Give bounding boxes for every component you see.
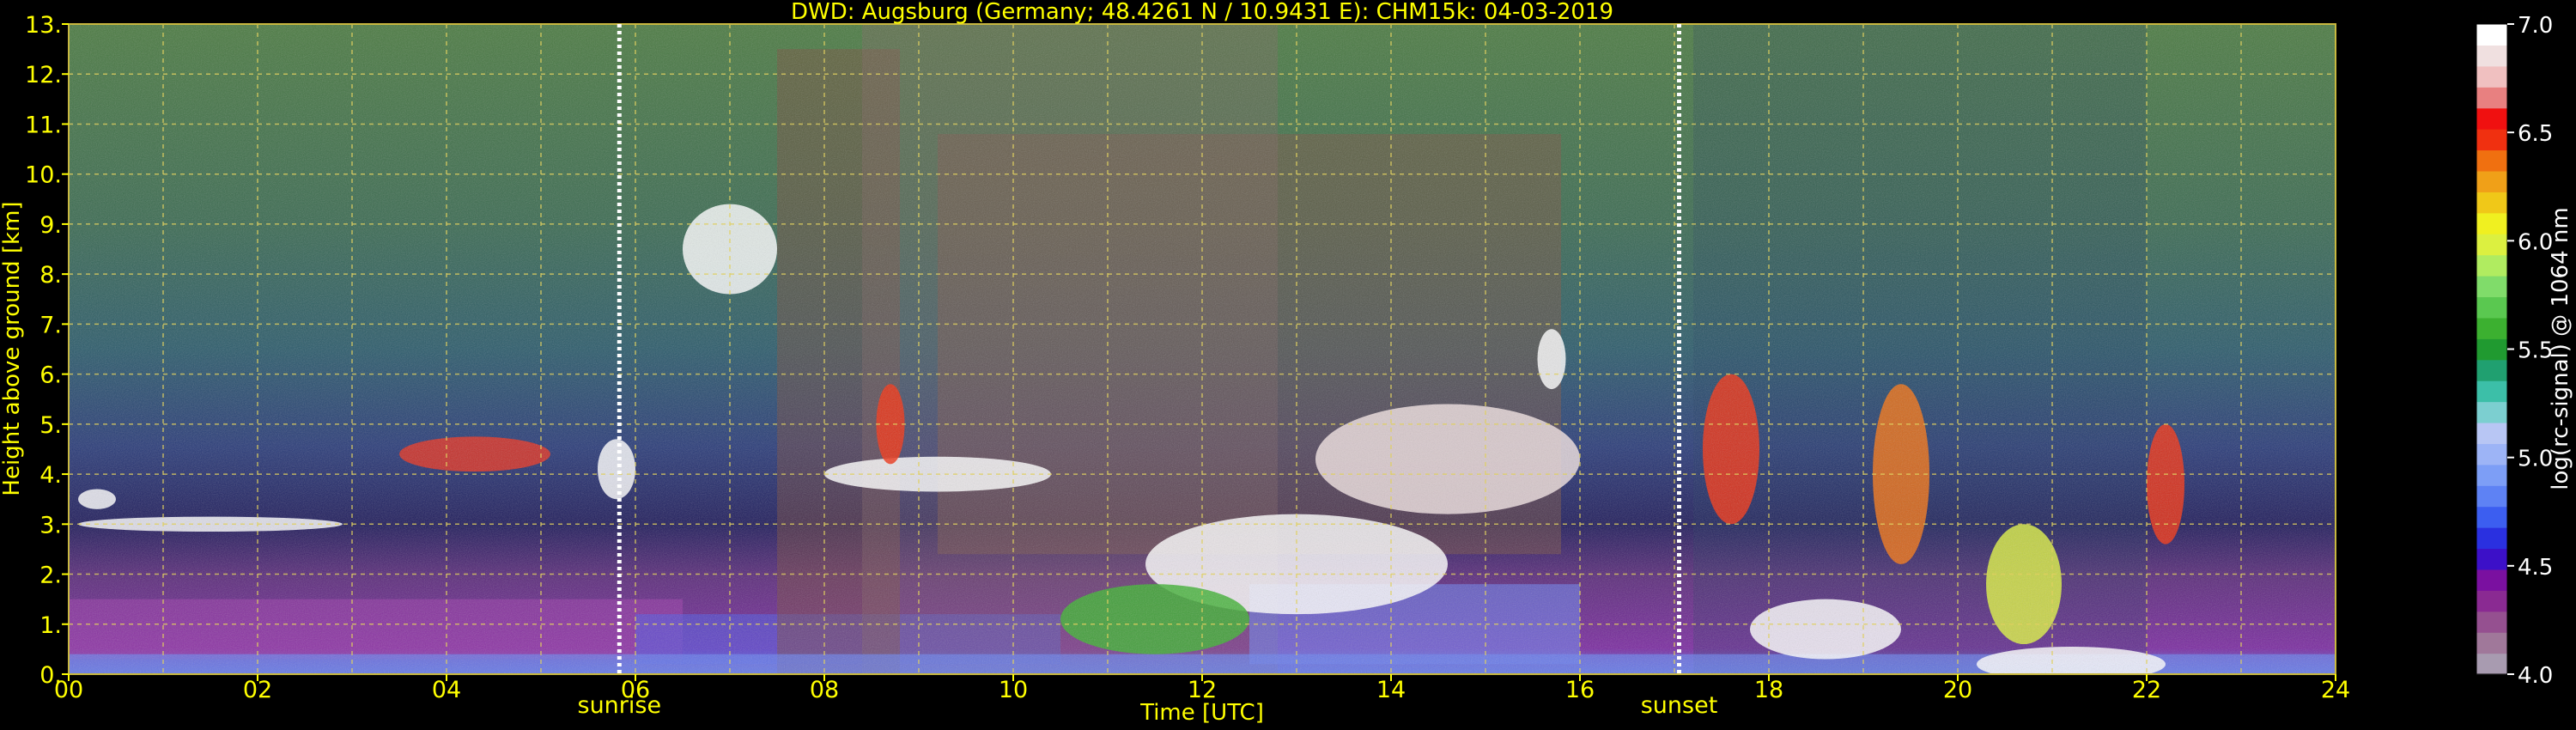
x-tick-label: 18: [1754, 677, 1783, 703]
x-tick-label: 02: [243, 677, 272, 703]
y-tick-label: 7.: [39, 312, 62, 338]
colorbar-segment: [2476, 485, 2507, 508]
colorbar-segment: [2476, 149, 2507, 172]
x-tick-label: 04: [432, 677, 461, 703]
colorbar-tick-label: 4.5: [2518, 555, 2553, 581]
colorbar-segment: [2476, 234, 2507, 256]
colorbar-segment: [2476, 464, 2507, 486]
x-tick-label: 14: [1376, 677, 1406, 703]
colorbar-segment: [2476, 45, 2507, 67]
colorbar-segment: [2476, 65, 2507, 88]
colorbar-segment: [2476, 359, 2507, 381]
y-tick-label: 12.: [25, 62, 62, 88]
colorbar-segment: [2476, 170, 2507, 192]
colorbar-segment: [2476, 338, 2507, 361]
ceilometer-chart: sunrise sunset 00 02 04 06 08 10 12 14 16 18 20 22 24…: [0, 0, 2573, 726]
y-tick-label: 10.: [25, 162, 62, 189]
colorbar-segment: [2476, 296, 2507, 319]
colorbar-tick-labels: 4.04.55.05.56.06.57.0: [2507, 13, 2553, 689]
y-tick-label: 0.: [39, 662, 62, 689]
colorbar-segment: [2476, 653, 2507, 675]
y-tick-label: 2.: [39, 563, 62, 589]
y-tick-label: 5.: [39, 412, 62, 439]
colorbar: [2476, 23, 2508, 675]
colorbar-segment: [2476, 129, 2507, 151]
y-tick-label: 4.: [39, 462, 62, 489]
y-tick-label: 3.: [39, 512, 62, 538]
y-tick-label: 11.: [25, 112, 62, 138]
y-axis-label: Height above ground [km]: [0, 201, 25, 496]
y-tick-label: 1.: [39, 612, 62, 639]
colorbar-tick-label: 4.0: [2518, 663, 2553, 689]
colorbar-segment: [2476, 422, 2507, 444]
colorbar-segment: [2476, 611, 2507, 633]
x-tick-label: 16: [1565, 677, 1595, 703]
colorbar-tick-label: 6.5: [2518, 121, 2553, 147]
colorbar-tick-label: 7.0: [2518, 13, 2553, 39]
x-tick-label: 20: [1943, 677, 1972, 703]
x-tick-labels: 00 02 04 06 08 10 12 14 16 18 20 22 24: [54, 674, 2350, 703]
colorbar-segment: [2476, 401, 2507, 423]
colorbar-segment: [2476, 569, 2507, 591]
colorbar-segment: [2476, 506, 2507, 528]
x-axis-label: Time [UTC]: [1139, 700, 1264, 726]
colorbar-segment: [2476, 254, 2507, 277]
y-tick-label: 13.: [25, 12, 62, 39]
colorbar-segment: [2476, 192, 2507, 214]
colorbar-label: log(rc-signal) @ 1064 nm: [2548, 207, 2573, 490]
colorbar-segment: [2476, 87, 2507, 109]
x-tick-label: 10: [999, 677, 1028, 703]
y-tick-label: 9.: [39, 212, 62, 239]
y-tick-label: 8.: [39, 262, 62, 289]
x-tick-label: 06: [621, 677, 650, 703]
colorbar-segment: [2476, 24, 2507, 46]
x-tick-label: 22: [2132, 677, 2161, 703]
colorbar-segment: [2476, 527, 2507, 550]
y-tick-labels: 0. 1. 2. 3. 4. 5. 6. 7. 8. 9. 10. 11. 12. 13.: [25, 12, 69, 689]
x-tick-label: 08: [810, 677, 839, 703]
colorbar-segment: [2476, 590, 2507, 612]
colorbar-segment: [2476, 380, 2507, 403]
x-tick-label: 24: [2321, 677, 2350, 703]
chart-title: DWD: Augsburg (Germany; 48.4261 N / 10.9…: [791, 0, 1613, 25]
colorbar-segment: [2476, 632, 2507, 654]
sunset-label: sunset: [1641, 692, 1718, 719]
colorbar-segment: [2476, 548, 2507, 570]
colorbar-segment: [2476, 276, 2507, 298]
colorbar-segment: [2476, 212, 2507, 234]
colorbar-segment: [2476, 317, 2507, 339]
colorbar-segment: [2476, 107, 2507, 130]
colorbar-segment: [2476, 443, 2507, 465]
y-tick-label: 6.: [39, 362, 62, 389]
